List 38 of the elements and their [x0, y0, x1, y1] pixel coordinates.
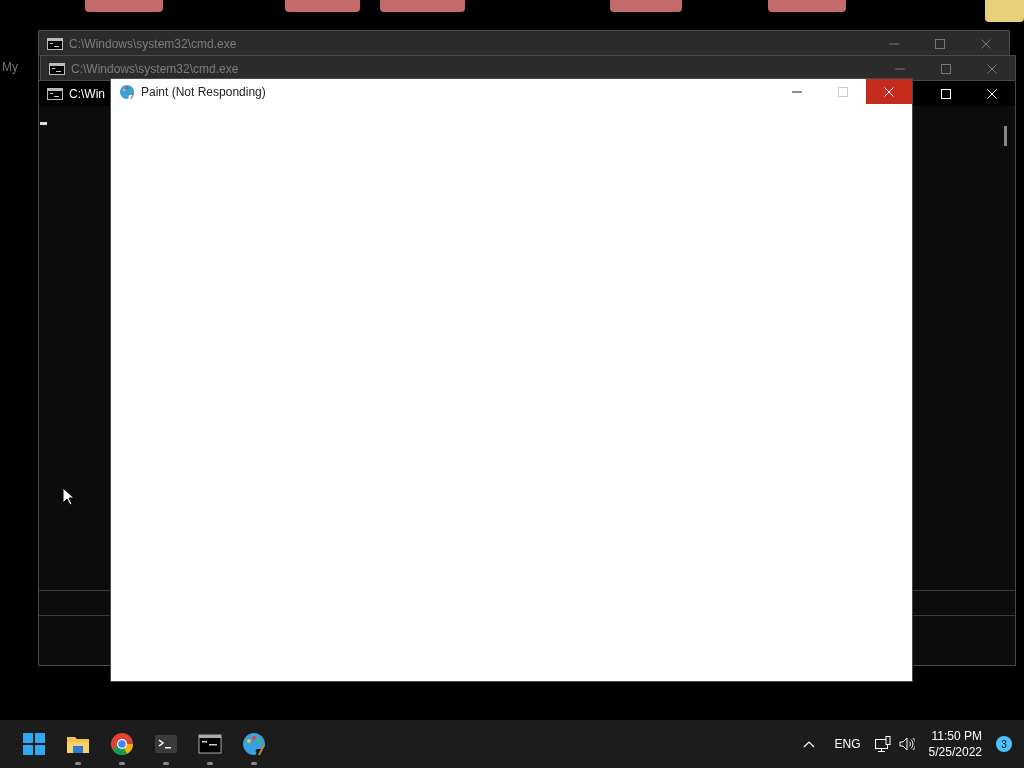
palette-icon — [242, 732, 266, 756]
console-icon — [47, 87, 63, 100]
notification-badge[interactable]: 3 — [996, 736, 1012, 752]
desktop-icon[interactable] — [610, 0, 682, 12]
network-icon[interactable] — [874, 736, 891, 752]
close-icon — [981, 38, 991, 49]
clock-time[interactable]: 11:50 PM — [928, 727, 982, 744]
maximize-icon — [935, 38, 945, 49]
desktop-icon[interactable] — [380, 0, 465, 12]
mouse-pointer-icon — [62, 487, 76, 507]
terminal-icon — [154, 732, 178, 756]
maximize-icon — [941, 63, 951, 74]
maximize-icon — [941, 88, 951, 99]
desktop-icon[interactable] — [768, 0, 846, 12]
text-cursor — [40, 122, 47, 125]
console-icon — [49, 62, 65, 75]
volume-icon[interactable] — [898, 736, 915, 752]
console-icon — [198, 732, 222, 756]
close-icon — [884, 86, 894, 97]
clock-date[interactable]: 5/25/2022 — [928, 744, 982, 761]
maximize-icon — [838, 86, 848, 97]
desktop-icon-label: My — [2, 59, 18, 76]
window-title: C:\Windows\system32\cmd.exe — [71, 60, 239, 78]
window-title: C:\Windows\system32\cmd.exe — [69, 35, 237, 53]
palette-icon — [119, 83, 135, 100]
window-title: C:\Win — [69, 85, 105, 103]
language-indicator[interactable]: ENG — [834, 735, 861, 753]
browser-icon — [110, 732, 134, 756]
chevron-up-icon — [802, 740, 815, 748]
console-icon — [47, 37, 63, 50]
scrollbar-thumb[interactable] — [1004, 126, 1007, 146]
window-title: Paint (Not Responding) — [141, 83, 266, 101]
desktop-icon[interactable] — [985, 0, 1024, 22]
desktop-icon[interactable] — [285, 0, 360, 12]
windows-logo-icon — [22, 732, 46, 756]
desktop-icon[interactable] — [85, 0, 163, 12]
close-icon — [987, 63, 997, 74]
close-icon — [987, 88, 997, 99]
